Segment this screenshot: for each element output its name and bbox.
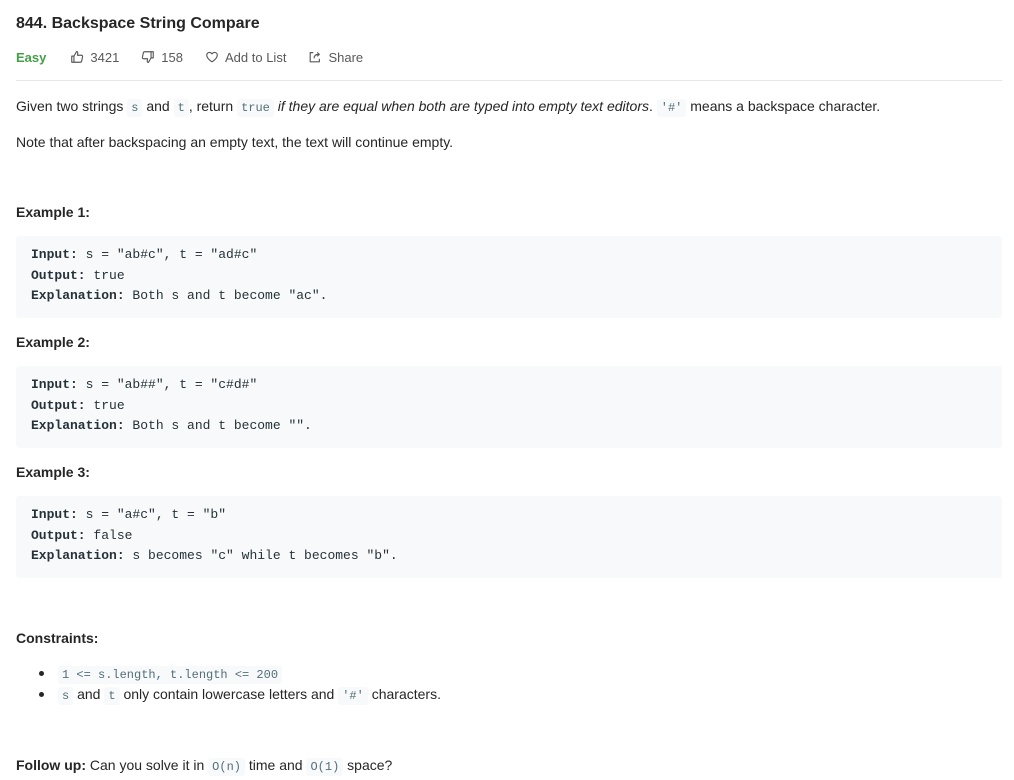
text: Can you solve it in bbox=[89, 757, 205, 773]
text: and bbox=[146, 98, 170, 114]
problem-meta-bar: Easy 3421 158 Add to List Share bbox=[16, 47, 385, 67]
example-2-title: Example 2: bbox=[16, 334, 90, 350]
text: only contain lowercase letters and bbox=[123, 686, 335, 702]
text: . bbox=[648, 98, 653, 114]
output-value: false bbox=[85, 527, 133, 543]
explanation-value: Both s and t become "ac". bbox=[124, 288, 328, 303]
input-value: s = "a#c", t = "b" bbox=[77, 507, 227, 522]
inline-code-length: 1 <= s.length, t.length <= 200 bbox=[58, 666, 283, 684]
text: time and bbox=[248, 757, 303, 773]
difficulty-badge: Easy bbox=[16, 49, 47, 65]
text: Given two strings bbox=[16, 98, 124, 114]
inline-code-t: t bbox=[104, 687, 120, 705]
output-label: Output: bbox=[31, 397, 86, 413]
explanation-label: Explanation: bbox=[31, 288, 125, 303]
output-value: true bbox=[85, 267, 125, 283]
text: means a backspace character. bbox=[690, 98, 881, 114]
text: and bbox=[77, 686, 101, 702]
follow-up-label: Follow up: bbox=[16, 757, 86, 773]
example-1-title: Example 1: bbox=[16, 204, 90, 220]
inline-code-o-1: O(1) bbox=[306, 758, 344, 776]
inline-code-true: true bbox=[237, 99, 274, 117]
list-item: 1 <= s.length, t.length <= 200 bbox=[16, 663, 441, 684]
input-value: s = "ab##", t = "c#d#" bbox=[77, 377, 258, 392]
explanation-value: s becomes "c" while t becomes "b". bbox=[124, 548, 398, 563]
divider bbox=[16, 80, 1002, 81]
dislike-button[interactable]: 158 bbox=[141, 50, 183, 65]
constraints-list: 1 <= s.length, t.length <= 200 s and t o… bbox=[16, 663, 441, 705]
example-1-block: Input: s = "ab#c", t = "ad#c" Output: tr… bbox=[16, 236, 1002, 318]
text: , return bbox=[188, 98, 234, 114]
inline-code-hash: '#' bbox=[656, 99, 687, 117]
list-item: s and t only contain lowercase letters a… bbox=[16, 684, 441, 705]
explanation-label: Explanation: bbox=[31, 548, 125, 563]
explanation-value: Both s and t become "". bbox=[124, 418, 312, 433]
inline-code-s: s bbox=[58, 687, 74, 705]
follow-up: Follow up: Can you solve it in O(n) time… bbox=[16, 755, 392, 777]
description-paragraph-2: Note that after backspacing an empty tex… bbox=[16, 134, 454, 150]
italic-text: if they are equal when both are typed in… bbox=[277, 98, 649, 114]
problem-title: 844. Backspace String Compare bbox=[16, 15, 260, 32]
text: characters. bbox=[371, 686, 441, 702]
share-icon bbox=[310, 52, 321, 63]
add-to-list-button[interactable]: Add to List bbox=[205, 50, 286, 65]
description-paragraph-1: Given two strings s and t, return true i… bbox=[16, 96, 880, 118]
inline-code-s: s bbox=[127, 99, 143, 117]
input-value: s = "ab#c", t = "ad#c" bbox=[77, 247, 258, 262]
like-count: 3421 bbox=[90, 49, 120, 65]
explanation-label: Explanation: bbox=[31, 418, 125, 433]
input-label: Input: bbox=[31, 377, 78, 392]
output-label: Output: bbox=[31, 267, 86, 283]
input-label: Input: bbox=[31, 507, 78, 522]
inline-code-t: t bbox=[173, 99, 189, 117]
output-value: true bbox=[85, 397, 125, 413]
thumbs-up-icon bbox=[71, 51, 84, 63]
example-2-block: Input: s = "ab##", t = "c#d#" Output: tr… bbox=[16, 366, 1002, 448]
share-label: Share bbox=[328, 49, 364, 65]
text: space? bbox=[347, 757, 393, 773]
inline-code-hash: '#' bbox=[338, 687, 368, 705]
inline-code-o-n: O(n) bbox=[208, 758, 245, 776]
share-button[interactable]: Share bbox=[308, 50, 363, 65]
example-3-title: Example 3: bbox=[16, 464, 90, 480]
output-label: Output: bbox=[31, 527, 86, 543]
input-label: Input: bbox=[31, 247, 78, 262]
heart-icon bbox=[206, 51, 218, 63]
dislike-count: 158 bbox=[161, 49, 183, 65]
add-to-list-label: Add to List bbox=[225, 49, 287, 65]
constraints-title: Constraints: bbox=[16, 630, 99, 646]
like-button[interactable]: 3421 bbox=[70, 50, 119, 65]
example-3-block: Input: s = "a#c", t = "b" Output: false … bbox=[16, 496, 1002, 578]
thumbs-down-icon bbox=[142, 51, 155, 63]
